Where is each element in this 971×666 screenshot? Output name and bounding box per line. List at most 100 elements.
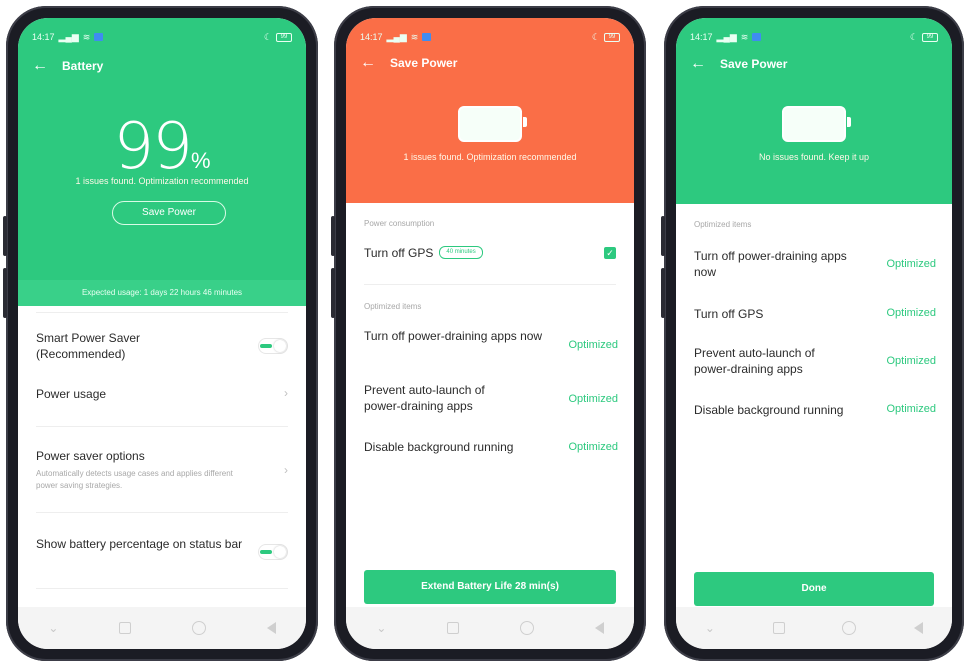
section-label: Power consumption [364, 219, 435, 228]
status-time: 14:17 [690, 32, 713, 42]
toggle-knob [274, 546, 286, 558]
side-button [3, 216, 7, 256]
circle-icon[interactable] [519, 621, 534, 635]
side-button [661, 268, 665, 318]
divider [36, 512, 288, 513]
percent-sign: % [190, 148, 211, 173]
divider [364, 284, 616, 285]
signal-icon: ▂▄▆ [58, 31, 79, 42]
status-bar: 14:17 ▂▄▆ ≋ ☾ 99 [360, 30, 620, 44]
side-button [3, 268, 7, 318]
status-optimized: Optimized [886, 355, 936, 367]
status-time: 14:17 [32, 32, 55, 42]
battery-status-icon: 99 [276, 32, 292, 42]
battery-status-icon: 99 [604, 32, 620, 42]
notification-icon [752, 33, 762, 41]
arrow-left-icon[interactable]: ← [32, 57, 62, 75]
list-item-power-saver-options[interactable]: Power saver options Automatically detect… [36, 448, 288, 492]
title-bar: ← Battery [32, 54, 103, 78]
page-title: Battery [62, 59, 104, 73]
square-icon[interactable] [772, 622, 785, 634]
title-bar: ← Save Power [690, 52, 787, 76]
arrow-left-icon[interactable]: ← [360, 54, 390, 72]
phone-battery: 14:17 ▂▄▆ ≋ ☾ 99 ← Battery 99% 1 issues fou… [3, 6, 318, 661]
navigation-bar: ⌄ [676, 607, 952, 649]
toggle-on-indicator [260, 550, 272, 554]
gps-row[interactable]: Turn off GPS 40 minutes [364, 244, 616, 262]
side-button [331, 268, 335, 318]
wifi-icon: ≋ [410, 31, 419, 42]
section-label: Optimized items [364, 302, 422, 311]
smart-power-saver-toggle[interactable] [258, 338, 288, 354]
chevron-right-icon: › [284, 386, 288, 400]
triangle-back-icon[interactable] [266, 622, 276, 634]
alarm-icon: ☾ [263, 31, 272, 42]
status-bar: 14:17 ▂▄▆ ≋ ☾ 99 [32, 30, 292, 44]
notification-icon [422, 33, 432, 41]
alarm-icon: ☾ [591, 31, 600, 42]
arrow-left-icon[interactable]: ← [690, 55, 720, 73]
chevron-down-icon[interactable]: ⌄ [48, 621, 58, 635]
triangle-back-icon[interactable] [594, 622, 604, 634]
checkbox-checked-icon[interactable]: ✓ [604, 247, 616, 259]
item-title: Turn off GPS [364, 246, 434, 260]
item-title: Smart Power Saver (Recommended) [36, 331, 141, 361]
save-power-header: 14:17 ▂▄▆ ≋ ☾ 99 ← Save Power 1 issues foun… [346, 18, 634, 203]
list-item-show-battery-percentage[interactable]: Show battery percentage on status bar [36, 536, 288, 552]
battery-percentage-toggle[interactable] [258, 544, 288, 560]
divider [36, 426, 288, 427]
square-icon[interactable] [447, 622, 460, 634]
save-power-header: 14:17 ▂▄▆ ≋ ☾ 99 ← Save Power No issues fou… [676, 18, 952, 204]
item-title: Prevent auto-launch of power-draining ap… [364, 383, 485, 413]
issues-text: 1 issues found. Optimization recommended [75, 176, 249, 186]
expected-usage: Expected usage: 1 days 22 hours 46 minut… [18, 280, 306, 306]
navigation-bar: ⌄ [346, 607, 634, 649]
screen-battery: 14:17 ▂▄▆ ≋ ☾ 99 ← Battery 99% 1 issues fou… [18, 18, 306, 649]
triangle-back-icon[interactable] [914, 622, 924, 634]
battery-header: 14:17 ▂▄▆ ≋ ☾ 99 ← Battery 99% 1 issues fou… [18, 18, 306, 306]
status-optimized: Optimized [886, 307, 936, 319]
status-optimized: Optimized [568, 441, 618, 453]
page-title: Save Power [390, 56, 458, 70]
status-optimized: Optimized [886, 403, 936, 415]
list-item-smart-power-saver[interactable]: Smart Power Saver (Recommended) [36, 330, 288, 362]
item-subtitle: Automatically detects usage cases and ap… [36, 469, 233, 490]
percent-value: 99 [113, 110, 193, 184]
issues-text: 1 issues found. Optimization recommended [403, 152, 577, 162]
toggle-knob [274, 340, 286, 352]
square-icon[interactable] [119, 622, 132, 634]
done-button[interactable]: Done [694, 572, 934, 606]
phone-save-power-orange: 14:17 ▂▄▆ ≋ ☾ 99 ← Save Power 1 issues foun… [331, 6, 646, 661]
screen-save-power: 14:17 ▂▄▆ ≋ ☾ 99 ← Save Power 1 issues foun… [346, 18, 634, 649]
chevron-down-icon[interactable]: ⌄ [705, 621, 715, 635]
screen-save-power-done: 14:17 ▂▄▆ ≋ ☾ 99 ← Save Power No issues fou… [676, 18, 952, 649]
status-message: No issues found. Keep it up [758, 152, 870, 162]
status-optimized: Optimized [886, 258, 936, 270]
list-item-power-usage[interactable]: Power usage [36, 386, 288, 402]
status-time: 14:17 [360, 32, 383, 42]
alarm-icon: ☾ [909, 31, 918, 42]
chevron-right-icon: › [284, 463, 288, 477]
circle-icon[interactable] [191, 621, 206, 635]
extend-battery-button[interactable]: Extend Battery Life 28 min(s) [364, 570, 616, 604]
side-button [331, 216, 335, 256]
wifi-icon: ≋ [740, 31, 749, 42]
item-title: Prevent auto-launch of power-draining ap… [694, 346, 815, 376]
circle-icon[interactable] [842, 621, 857, 635]
status-bar: 14:17 ▂▄▆ ≋ ☾ 99 [690, 30, 938, 44]
item-title: Power usage [36, 387, 107, 401]
item-title: Turn off power-draining apps now [364, 329, 543, 343]
signal-icon: ▂▄▆ [386, 31, 407, 42]
side-button [661, 216, 665, 256]
battery-icon [782, 106, 851, 142]
battery-icon [458, 106, 527, 142]
signal-icon: ▂▄▆ [716, 31, 737, 42]
chevron-down-icon[interactable]: ⌄ [376, 621, 386, 635]
notification-icon [94, 33, 104, 41]
save-power-button[interactable]: Save Power [112, 201, 226, 225]
time-saved-tag: 40 minutes [439, 246, 483, 260]
item-title: Turn off power-draining apps now [694, 249, 847, 279]
navigation-bar: ⌄ [18, 607, 306, 649]
battery-percent: 99% [18, 110, 306, 184]
wifi-icon: ≋ [82, 31, 91, 42]
